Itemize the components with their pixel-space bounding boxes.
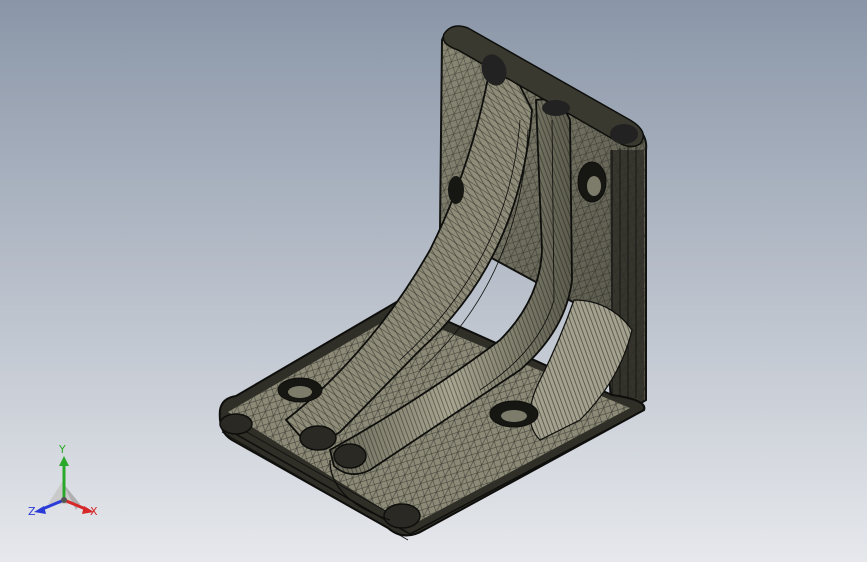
triad-y-label: Y [59, 443, 66, 456]
reference-triad[interactable]: Y X Z [24, 444, 108, 524]
graphics-viewport[interactable]: Y X Z [0, 0, 867, 562]
hole-back-left [448, 176, 464, 204]
triad-z-label: Z [28, 505, 36, 518]
triad-x-label: X [90, 505, 98, 518]
bracket-wireframe-model[interactable] [0, 0, 867, 562]
